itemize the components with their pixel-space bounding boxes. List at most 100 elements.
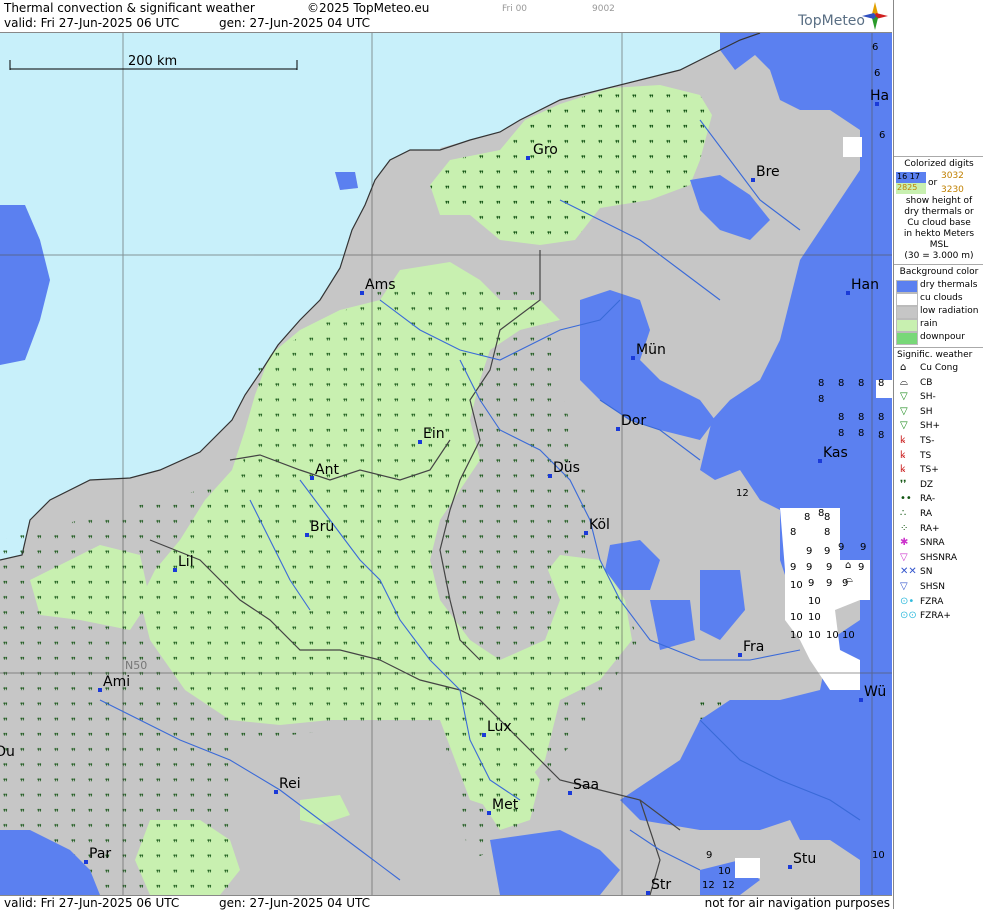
weather-symbol-icon: ⌓ xyxy=(900,376,908,388)
city-label: Ha xyxy=(870,88,889,104)
legend-weather-label: SH- xyxy=(920,392,936,403)
thermal-digit: 6 xyxy=(872,42,878,53)
legend-sample-d: 3230 xyxy=(941,185,964,195)
legend-desc-3: in hekto Meters xyxy=(903,229,975,239)
legend-weather-item: ⊙⊙ FZRA+ xyxy=(894,609,983,624)
thermal-digit: 10 xyxy=(872,850,885,861)
thermal-digit: 8 xyxy=(878,378,884,389)
legend-bg-item: rain xyxy=(894,318,983,332)
city-label: Mün xyxy=(636,342,666,358)
city-dot xyxy=(360,291,364,295)
thermal-digit: 10 xyxy=(790,612,803,623)
cb-symbol: ⌓ xyxy=(845,574,853,585)
city-label: Dor xyxy=(621,413,646,429)
city-dot xyxy=(274,790,278,794)
legend-weather-item: ꝃ TS- xyxy=(894,434,983,449)
thermal-digit: 8 xyxy=(858,412,864,423)
weather-symbol-icon: ▽ xyxy=(900,391,908,403)
legend-weather-item: ▽ SH+ xyxy=(894,419,983,434)
brand-logo-text: TopMeteo xyxy=(798,13,865,29)
legend-weather-label: TS+ xyxy=(920,465,939,476)
weather-symbol-icon: ▽ xyxy=(900,551,908,563)
thermal-digit: 8 xyxy=(858,378,864,389)
weather-symbol-icon: •• xyxy=(900,493,912,505)
frame-code: 9002 xyxy=(592,4,615,14)
legend-weather-label: TS xyxy=(920,450,932,461)
legend-weather-item: ꝃ TS+ xyxy=(894,463,983,478)
thermal-digit: 10 xyxy=(718,866,731,877)
thermal-digit: 9 xyxy=(806,562,812,573)
thermal-digit: 10 xyxy=(790,580,803,591)
city-dot xyxy=(846,291,850,295)
city-label: Ant xyxy=(315,462,339,478)
weather-symbol-icon: ⁘ xyxy=(900,522,909,534)
weather-map: ❞ xyxy=(0,33,892,895)
city-label: Lux xyxy=(487,719,512,735)
legend-weather-label: DZ xyxy=(920,479,934,490)
legend-weather-label: CB xyxy=(920,377,933,388)
city-dot xyxy=(859,698,863,702)
city-label: Par xyxy=(89,846,111,862)
legend-weather-item: ∴ RA xyxy=(894,507,983,522)
city-dot xyxy=(482,733,486,737)
city-dot xyxy=(84,860,88,864)
legend-weather-label: SH+ xyxy=(920,421,941,432)
legend-or: or xyxy=(928,178,938,188)
city-dot xyxy=(548,474,552,478)
legend-bg-label: cu clouds xyxy=(920,293,963,303)
scale-label: 200 km xyxy=(128,54,177,69)
weather-symbol-icon: ⊙⊙ xyxy=(900,610,917,622)
legend-bg-item: cu clouds xyxy=(894,292,983,306)
city-label: Ams xyxy=(365,277,396,293)
thermal-digit: 9 xyxy=(838,542,844,553)
city-dot xyxy=(751,178,755,182)
thermal-digit: 9 xyxy=(806,546,812,557)
thermal-digit: 9 xyxy=(826,578,832,589)
legend-weather-item: ⁘ RA+ xyxy=(894,522,983,537)
city-dot xyxy=(418,440,422,444)
legend-weather-item: ✱ SNRA xyxy=(894,536,983,551)
legend-bg-item: downpour xyxy=(894,331,983,345)
legend-weather-item: ❜❜ DZ xyxy=(894,478,983,493)
legend-bg-title: Background color xyxy=(899,267,979,277)
thermal-digit: 12 xyxy=(722,880,735,891)
thermal-digit: 6 xyxy=(874,68,880,79)
legend-bg-item: dry thermals xyxy=(894,279,983,293)
legend-bg-label: downpour xyxy=(920,332,965,342)
weather-symbol-icon: ∴ xyxy=(900,507,907,519)
city-label: Ein xyxy=(423,426,445,442)
legend-weather-item: ▽ SHSNRA xyxy=(894,551,983,566)
city-label: Stu xyxy=(793,851,816,867)
city-dot xyxy=(788,865,792,869)
thermal-digit: 10 xyxy=(790,630,803,641)
legend-weather-item: ⌂ Cu Cong xyxy=(894,361,983,376)
city-label: Str xyxy=(651,877,671,893)
thermal-digit: 8 xyxy=(878,412,884,423)
thermal-digit: 8 xyxy=(838,378,844,389)
city-label: Ou xyxy=(0,744,15,760)
legend-weather-label: FZRA+ xyxy=(920,611,951,622)
weather-symbol-icon: ⊙• xyxy=(900,595,915,607)
city-dot xyxy=(173,568,177,572)
legend-desc-5: (30 = 3.000 m) xyxy=(904,251,974,261)
legend-weather-label: Cu Cong xyxy=(920,363,959,373)
legend-weather-item: ⌓ CB xyxy=(894,376,983,391)
compass-logo-icon xyxy=(862,2,888,30)
cu-cong-symbol: ⌂ xyxy=(845,560,851,571)
header-bar: Thermal convection & significant weather… xyxy=(0,0,892,33)
legend-weather-item: ⊙• FZRA xyxy=(894,595,983,610)
thermal-digit: 9 xyxy=(826,562,832,573)
disclaimer: not for air navigation purposes xyxy=(704,896,890,910)
thermal-digit: 8 xyxy=(824,527,830,538)
legend-desc-2: Cu cloud base xyxy=(907,218,971,228)
footer-generated-time: gen: 27-Jun-2025 04 UTC xyxy=(219,896,371,910)
city-label: Düs xyxy=(553,460,580,476)
city-dot xyxy=(310,476,314,480)
legend-weather-item: ꝃ TS xyxy=(894,449,983,464)
legend-colorized-title: Colorized digits xyxy=(904,159,974,169)
city-dot xyxy=(738,653,742,657)
legend-sample-c: 3032 xyxy=(941,171,964,181)
thermal-digit: 8 xyxy=(804,512,810,523)
weather-symbol-icon: ▽ xyxy=(900,420,908,432)
thermal-digit: 9 xyxy=(858,562,864,573)
